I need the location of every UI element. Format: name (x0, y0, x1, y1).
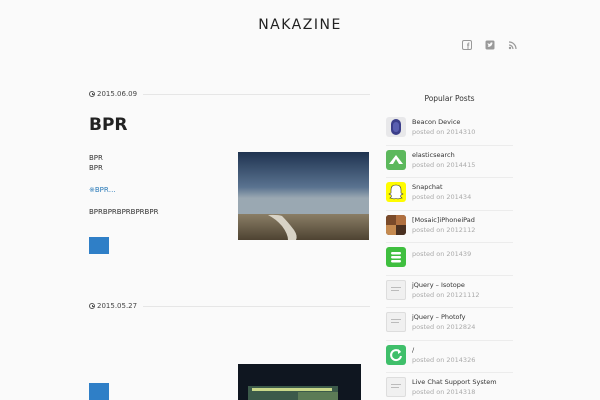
popular-post-date: posted on 2014318 (412, 388, 476, 396)
beacon-device-icon (391, 119, 401, 135)
popular-post-date: posted on 2012824 (412, 323, 476, 331)
post-date: 2015.06.09 (89, 90, 137, 98)
popular-post-title[interactable]: elasticsearch (412, 151, 475, 159)
popular-post-item[interactable]: jQuery – Photofy posted on 2012824 (386, 308, 513, 341)
popular-post-item[interactable]: jQuery – Isotope posted on 20121112 (386, 276, 513, 308)
popular-post-item[interactable]: Live Chat Support System posted on 20143… (386, 373, 513, 400)
popular-post-date: posted on 2012112 (412, 225, 476, 234)
popular-post-title[interactable]: Beacon Device (412, 118, 475, 126)
post-date-text: 2015.06.09 (97, 90, 138, 98)
popular-post-title[interactable]: jQuery – Photofy (412, 313, 475, 321)
post-date: 2015.05.27 (89, 302, 137, 310)
no-thumbnail-placeholder (386, 279, 406, 300)
post-thumbnail[interactable] (89, 383, 109, 400)
post-date-text: 2015.05.27 (97, 302, 138, 310)
popular-post-date: posted on 201434 (412, 193, 472, 201)
excerpt-line: BPR (89, 164, 103, 172)
popular-post-title[interactable]: Snapchat (412, 183, 471, 191)
no-thumbnail-placeholder (386, 312, 406, 332)
popular-posts-list: Beacon Device posted on 2014310 elastics… (386, 113, 513, 400)
stack-app-thumbnail (386, 247, 406, 267)
post-hero-image[interactable] (238, 364, 361, 400)
popular-post-item[interactable]: [Mosaic]iPhoneiPad posted on 2012112 (386, 211, 513, 243)
popular-post-date: posted on 201439 (412, 250, 472, 258)
popular-post-date: posted on 2014415 (412, 160, 476, 169)
snapchat-ghost-icon (388, 184, 404, 200)
popular-post-title[interactable]: / (412, 346, 475, 354)
placeholder-image-icon (391, 319, 401, 323)
popular-post-title[interactable]: [Mosaic]iPhoneiPad (412, 216, 475, 224)
post-title[interactable]: BPR (89, 115, 128, 135)
placeholder-image-icon (391, 286, 401, 291)
no-thumbnail-placeholder (386, 377, 406, 397)
placeholder-image-icon (391, 384, 401, 388)
refresh-app-thumbnail (386, 344, 406, 365)
post-date-row: 2015.05.27 (89, 301, 370, 311)
read-more-link[interactable]: ※BPR… (89, 186, 116, 194)
read-more-wrap: ※BPR… (89, 185, 116, 195)
divider (143, 93, 370, 95)
divider (143, 305, 370, 307)
popular-post-item[interactable]: Beacon Device posted on 2014310 (386, 113, 513, 146)
social-links (462, 40, 518, 50)
snapchat-thumbnail (386, 182, 406, 202)
elasticsearch-icon (389, 154, 403, 164)
popular-post-item[interactable]: posted on 201439 (386, 243, 513, 276)
sidebar-title: Popular Posts (424, 94, 475, 103)
popular-post-item[interactable]: / posted on 2014326 (386, 341, 513, 373)
popular-post-date: posted on 2014326 (412, 355, 476, 364)
post-thumbnail[interactable] (89, 237, 109, 254)
excerpt-body: BPRBPRBPRBPRBPR (89, 208, 159, 216)
twitter-icon[interactable] (485, 40, 495, 50)
elasticsearch-thumbnail (386, 149, 406, 170)
clock-icon (89, 303, 95, 309)
popular-post-title[interactable]: Live Chat Support System (412, 378, 497, 386)
beacon-thumbnail (386, 117, 406, 137)
popular-post-date: posted on 20121112 (412, 290, 480, 299)
excerpt-line: BPR (89, 154, 103, 162)
popular-post-item[interactable]: elasticsearch posted on 2014415 (386, 146, 513, 178)
post-date-row: 2015.06.09 (89, 89, 370, 99)
facebook-icon[interactable] (462, 40, 472, 50)
popular-post-date: posted on 2014310 (412, 128, 476, 136)
road-landscape-image (238, 152, 369, 240)
popular-post-title[interactable]: jQuery – Isotope (412, 281, 479, 289)
rss-icon[interactable] (508, 40, 518, 50)
stack-icon (391, 252, 401, 263)
popular-post-item[interactable]: Snapchat posted on 201434 (386, 178, 513, 211)
mosaic-photo-icon (386, 214, 406, 235)
mosaic-thumbnail (386, 214, 406, 235)
refresh-icon (390, 348, 402, 361)
clock-icon (89, 91, 95, 97)
post-hero-image[interactable] (238, 152, 369, 240)
post-excerpt: BPR BPR (89, 153, 103, 173)
site-title[interactable]: NAKAZINE (0, 17, 600, 33)
building-night-image (238, 364, 361, 400)
